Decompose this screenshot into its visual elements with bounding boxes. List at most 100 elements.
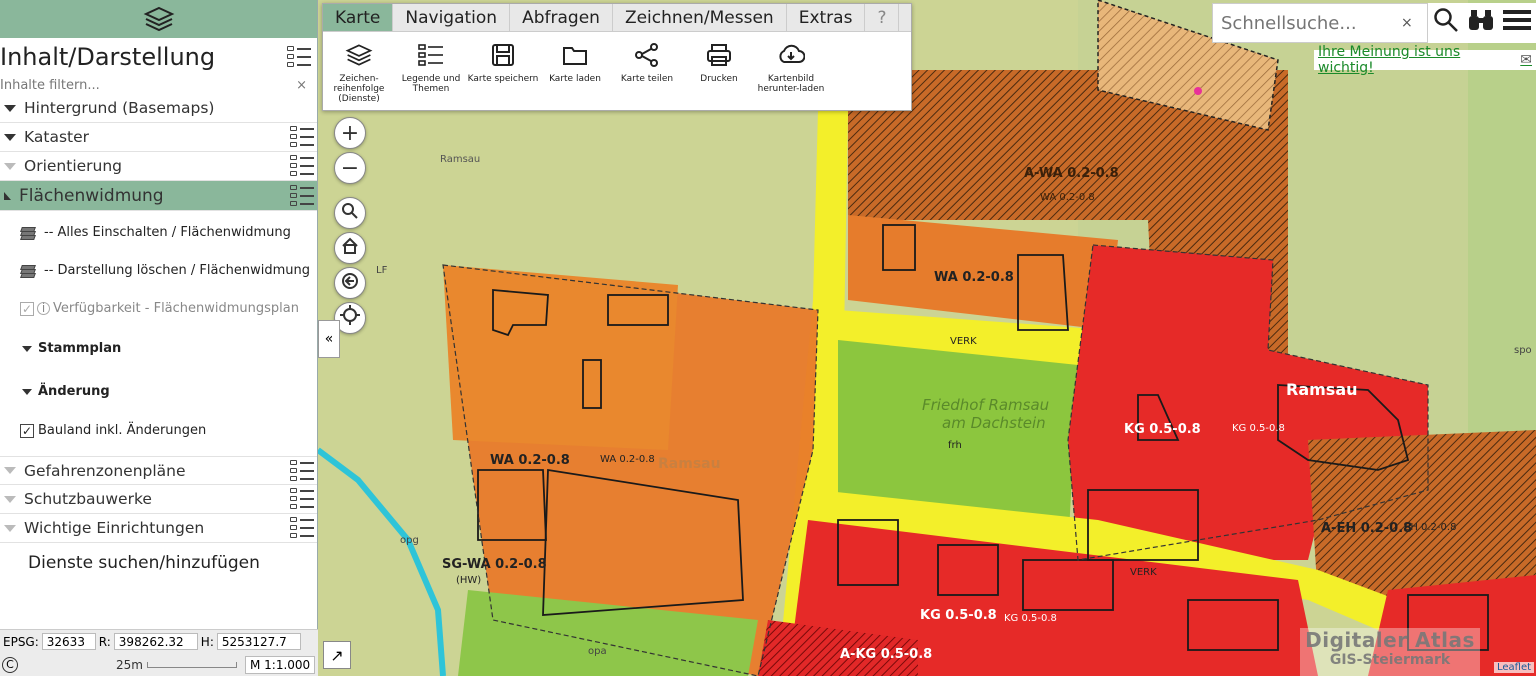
- h-field[interactable]: 5253127.7: [216, 633, 301, 650]
- save-map-button[interactable]: Karte speichern: [467, 42, 539, 104]
- tab-karte[interactable]: Karte: [323, 4, 394, 31]
- legend-list-icon[interactable]: [290, 154, 314, 178]
- category-flaechenwidmung[interactable]: Flächenwidmung: [0, 181, 317, 211]
- legend-list-icon[interactable]: [290, 487, 314, 511]
- search-clear-icon[interactable]: ×: [1401, 15, 1413, 31]
- epsg-field[interactable]: 32633: [41, 633, 96, 650]
- layers-icon: [20, 226, 36, 240]
- back-arrow-icon: [341, 271, 359, 296]
- tab-abfragen[interactable]: Abfragen: [510, 4, 613, 31]
- services-button[interactable]: Dienste suchen/hinzufügen: [0, 543, 317, 583]
- h-label: H:: [200, 634, 214, 649]
- info-icon[interactable]: i: [37, 302, 50, 315]
- legend-button[interactable]: Legende und Themen: [395, 42, 467, 104]
- load-map-button[interactable]: Karte laden: [539, 42, 611, 104]
- category-gefahrenzonen[interactable]: Gefahrenzonenpläne: [0, 456, 317, 485]
- zoom-out-button[interactable]: −: [334, 152, 366, 184]
- print-icon: [705, 42, 733, 68]
- tab-zeichnen-messen[interactable]: Zeichnen/Messen: [613, 4, 787, 31]
- scale-row: C 25m M 1:1.000: [0, 653, 318, 676]
- arrow-expand-icon: ↗: [330, 645, 344, 665]
- category-orientierung[interactable]: Orientierung: [0, 152, 317, 181]
- sidebar-title-row: Inhalt/Darstellung: [0, 38, 317, 76]
- home-button[interactable]: [334, 232, 366, 264]
- availability-item[interactable]: ✓ i Verfügbarkeit - Flächenwidmungsplan: [20, 301, 299, 316]
- fullscreen-button[interactable]: ↗: [323, 641, 351, 669]
- tab-help[interactable]: ?: [865, 4, 900, 31]
- clear-item[interactable]: -- Darstellung löschen / Flächenwidmung: [20, 263, 310, 278]
- legend-list-icon[interactable]: [287, 45, 311, 69]
- map-label-sgwa-hw: (HW): [456, 575, 482, 586]
- download-image-button[interactable]: Kartenbild herunter-laden: [755, 42, 827, 104]
- category-wichtige-einrichtungen[interactable]: Wichtige Einrichtungen: [0, 514, 317, 543]
- quick-search: ×: [1212, 3, 1428, 43]
- save-icon: [489, 42, 517, 68]
- tab-navigation[interactable]: Navigation: [393, 4, 511, 31]
- share-map-label: Karte teilen: [620, 74, 674, 84]
- double-chevron-left-icon: «: [324, 331, 334, 347]
- collapse-sidebar-button[interactable]: «: [318, 320, 340, 358]
- map-label-friedhof-2: am Dachstein: [942, 414, 1046, 432]
- map-label-ramsau-1: Ramsau: [440, 154, 481, 165]
- brand-watermark: Digitaler Atlas GIS-Steiermark: [1300, 628, 1480, 676]
- category-hintergrund[interactable]: Hintergrund (Basemaps): [0, 94, 317, 123]
- map-label-verk-1: VERK: [950, 336, 977, 347]
- map-label-ramsau-2: Ramsau: [1286, 380, 1358, 399]
- copyright-icon[interactable]: C: [2, 656, 18, 673]
- category-label: Hintergrund (Basemaps): [24, 99, 215, 117]
- print-label: Drucken: [700, 74, 738, 84]
- feedback-link[interactable]: Ihre Meinung ist uns wichtig! ✉: [1314, 44, 1536, 76]
- filter-clear-icon[interactable]: ×: [296, 78, 307, 93]
- availability-checkbox[interactable]: ✓: [20, 301, 34, 316]
- back-button[interactable]: [334, 267, 366, 299]
- r-label: R:: [98, 634, 111, 649]
- all-on-item[interactable]: -- Alles Einschalten / Flächenwidmung: [20, 225, 291, 240]
- binoculars-icon[interactable]: [1468, 8, 1494, 38]
- aenderung-label: Änderung: [38, 384, 110, 399]
- print-button[interactable]: Drucken: [683, 42, 755, 104]
- legend-label: Legende und Themen: [401, 74, 461, 94]
- legend-list-icon[interactable]: [290, 125, 314, 149]
- draw-order-button[interactable]: Zeichen-reihenfolge (Dienste): [323, 42, 395, 104]
- map-label-ramsau-3: Ramsau: [658, 456, 721, 472]
- legend-list-icon[interactable]: [290, 516, 314, 540]
- zone-a-eh: [1308, 430, 1536, 600]
- layers-icon[interactable]: [143, 5, 175, 33]
- menu-icon[interactable]: [1503, 9, 1532, 37]
- zoom-in-button[interactable]: +: [334, 117, 366, 149]
- collapse-icon: [4, 191, 11, 200]
- feedback-label: Ihre Meinung ist uns wichtig!: [1318, 44, 1461, 76]
- map-label-kg-bottom: KG 0.5-0.8: [920, 608, 997, 623]
- map-label-kg-right-small: KG 0.5-0.8: [1232, 423, 1285, 434]
- filter-input[interactable]: Inhalte filtern...: [0, 78, 100, 93]
- aenderung-group[interactable]: Änderung: [22, 384, 110, 399]
- search-icon[interactable]: [1433, 7, 1459, 39]
- category-schutzbauwerke[interactable]: Schutzbauwerke: [0, 485, 317, 514]
- leaflet-attribution[interactable]: Leaflet: [1494, 662, 1535, 673]
- bauland-label: Bauland inkl. Änderungen: [38, 423, 207, 438]
- search-input[interactable]: [1221, 12, 1401, 34]
- zoom-box-button[interactable]: [334, 197, 366, 229]
- map-label-opa: opa: [588, 646, 607, 657]
- scale-ratio[interactable]: M 1:1.000: [244, 655, 316, 674]
- category-label: Orientierung: [24, 157, 123, 175]
- expand-icon: [22, 345, 32, 352]
- map-label-wa-left: WA 0.2-0.8: [490, 453, 570, 468]
- legend-list-icon[interactable]: [290, 184, 314, 208]
- mail-icon[interactable]: ✉: [1520, 52, 1532, 68]
- legend-list-icon[interactable]: [290, 459, 314, 483]
- stammplan-group[interactable]: Stammplan: [22, 341, 121, 356]
- bauland-item[interactable]: ✓ Bauland inkl. Änderungen: [20, 423, 206, 438]
- tab-extras[interactable]: Extras: [787, 4, 866, 31]
- crosshair-icon: [340, 305, 360, 331]
- category-kataster[interactable]: Kataster: [0, 123, 317, 152]
- download-icon: [777, 42, 805, 68]
- r-field[interactable]: 398262.32: [113, 633, 198, 650]
- bauland-checkbox[interactable]: ✓: [20, 423, 34, 438]
- category-label: Flächenwidmung: [19, 185, 164, 206]
- save-map-label: Karte speichern: [467, 74, 539, 84]
- map-label-spo: spo: [1514, 345, 1532, 356]
- expand-icon: [4, 524, 16, 532]
- category-label: Gefahrenzonenpläne: [24, 461, 186, 480]
- share-map-button[interactable]: Karte teilen: [611, 42, 683, 104]
